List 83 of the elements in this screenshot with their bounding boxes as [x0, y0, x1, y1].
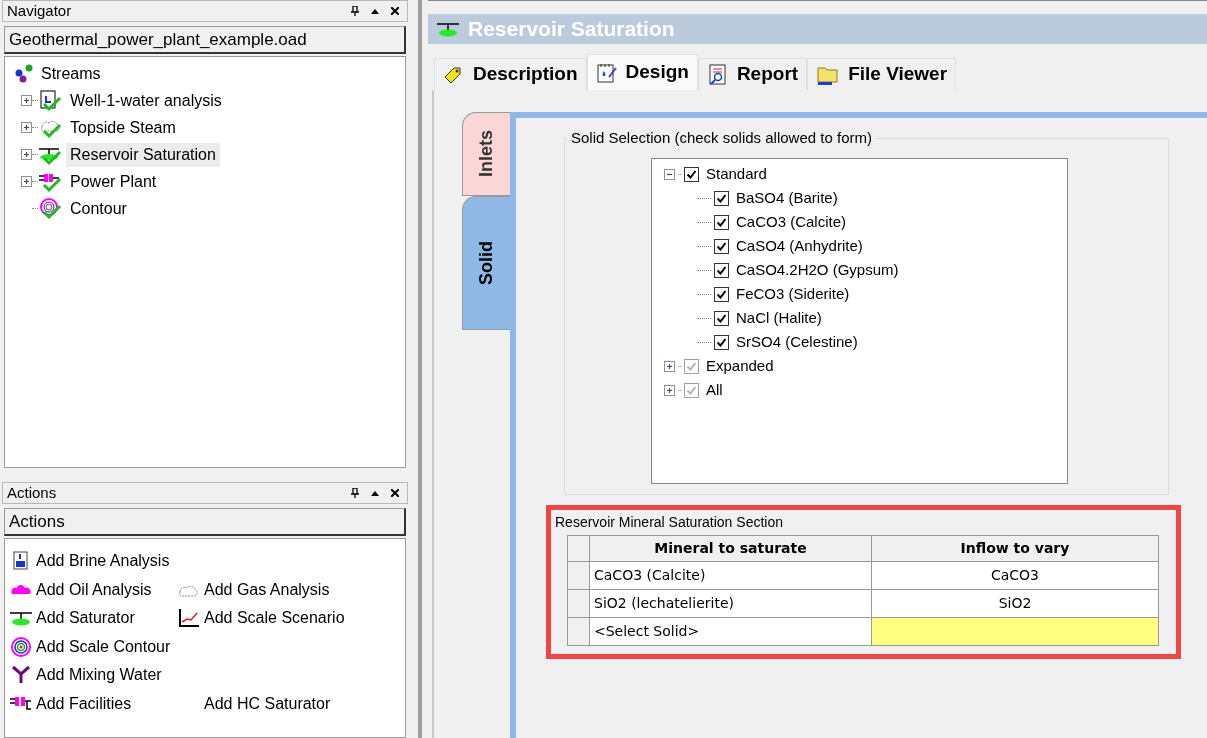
- pin-icon[interactable]: [351, 6, 359, 16]
- group-title: Solid Selection (check solids allowed to form): [571, 129, 872, 146]
- checkbox[interactable]: [684, 382, 699, 398]
- tree-item[interactable]: Contour: [66, 196, 131, 221]
- saturator-icon: [9, 609, 33, 628]
- table-cell[interactable]: SiO2: [871, 589, 1159, 618]
- pane-title: Actions: [6, 482, 57, 503]
- contour-icon: [11, 636, 31, 657]
- action-link[interactable]: Add Saturator: [36, 606, 135, 631]
- file-title-bar: Geothermal_power_plant_example.oad: [4, 26, 406, 54]
- pipes-icon: [9, 694, 33, 713]
- row-header-corner: [567, 535, 590, 562]
- report-magnifier-icon: [706, 63, 729, 86]
- action-link[interactable]: Add Facilities: [36, 691, 132, 716]
- beaker-icon: [12, 551, 30, 572]
- tree-item[interactable]: Expanded: [706, 354, 774, 378]
- row-header: [567, 589, 590, 618]
- tree-item[interactable]: CaCO3 (Calcite): [736, 210, 847, 234]
- tree-item[interactable]: Reservoir Saturation: [66, 142, 220, 167]
- tree-item[interactable]: Topside Steam: [66, 115, 180, 140]
- action-link[interactable]: Add HC Saturator: [204, 691, 331, 716]
- collapse-icon[interactable]: [371, 8, 379, 14]
- checkbox[interactable]: [714, 214, 729, 230]
- row-header: [567, 617, 590, 646]
- tree-item[interactable]: CaSO4.2H2O (Gypsum): [736, 258, 899, 282]
- collapse-icon[interactable]: [664, 168, 675, 180]
- tree-item[interactable]: NaCl (Halite): [736, 306, 822, 330]
- table-cell[interactable]: CaCO3 (Calcite): [589, 561, 872, 590]
- actions-title-bar: Actions: [4, 508, 406, 536]
- close-icon[interactable]: [391, 7, 399, 15]
- contour-check-icon: [38, 197, 62, 220]
- tree-item[interactable]: Standard: [706, 162, 767, 186]
- tree-item[interactable]: FeCO3 (Siderite): [736, 282, 850, 306]
- tree-item[interactable]: Well-1-water analysis: [66, 88, 226, 113]
- expand-icon[interactable]: [21, 122, 32, 133]
- section-title: Reservoir Mineral Saturation Section: [555, 513, 784, 532]
- tab[interactable]: Report: [697, 58, 808, 90]
- column-header[interactable]: Inflow to vary: [871, 535, 1159, 562]
- tree-item[interactable]: Streams: [41, 62, 101, 86]
- beaker-check-icon: [38, 89, 62, 112]
- checkbox[interactable]: [684, 358, 699, 374]
- action-link[interactable]: Add Mixing Water: [36, 663, 162, 688]
- checkbox[interactable]: [714, 310, 729, 326]
- side-tab[interactable]: Inlets: [462, 112, 510, 196]
- tab[interactable]: Design: [586, 54, 698, 90]
- close-icon[interactable]: [391, 489, 399, 497]
- expand-icon[interactable]: [664, 360, 675, 372]
- checkbox[interactable]: [714, 262, 729, 278]
- line-chart-icon: [178, 608, 200, 629]
- tree-item[interactable]: SrSO4 (Celestine): [736, 330, 858, 354]
- tree-item[interactable]: All: [706, 378, 723, 402]
- table-cell[interactable]: CaCO3: [871, 561, 1159, 590]
- expand-icon[interactable]: [664, 384, 675, 396]
- pane-title: Navigator: [6, 0, 72, 21]
- checkbox[interactable]: [714, 286, 729, 302]
- table-cell[interactable]: <Select Solid>: [589, 617, 872, 646]
- document-title: Reservoir Saturation: [468, 16, 675, 43]
- tab[interactable]: Description: [434, 58, 587, 90]
- tree-item[interactable]: Power Plant: [66, 169, 161, 194]
- tab[interactable]: File Viewer: [807, 58, 957, 90]
- expand-icon[interactable]: [21, 176, 32, 187]
- expand-icon[interactable]: [21, 149, 32, 160]
- action-link[interactable]: Add Scale Scenario: [204, 606, 345, 631]
- checkbox[interactable]: [714, 238, 729, 254]
- notepad-pen-icon: [595, 61, 618, 84]
- merge-icon: [11, 665, 31, 686]
- side-tab[interactable]: Solid: [462, 196, 510, 330]
- action-link[interactable]: Add Scale Contour: [36, 634, 171, 659]
- table-cell[interactable]: [871, 617, 1159, 646]
- action-link[interactable]: Add Brine Analysis: [36, 549, 170, 574]
- action-link[interactable]: Add Oil Analysis: [36, 577, 152, 602]
- tree-item[interactable]: CaSO4 (Anhydrite): [736, 234, 863, 258]
- pin-icon[interactable]: [351, 488, 359, 498]
- action-link[interactable]: Add Gas Analysis: [204, 577, 330, 602]
- expand-icon[interactable]: [21, 95, 32, 106]
- table-cell[interactable]: SiO2 (lechatelierite): [589, 589, 872, 618]
- checkbox[interactable]: [684, 166, 699, 182]
- tree-item[interactable]: BaSO4 (Barite): [736, 186, 838, 210]
- checkbox[interactable]: [714, 190, 729, 206]
- column-header[interactable]: Mineral to saturate: [589, 535, 872, 562]
- row-header: [567, 561, 590, 590]
- checkbox[interactable]: [714, 334, 729, 350]
- collapse-icon[interactable]: [371, 490, 379, 496]
